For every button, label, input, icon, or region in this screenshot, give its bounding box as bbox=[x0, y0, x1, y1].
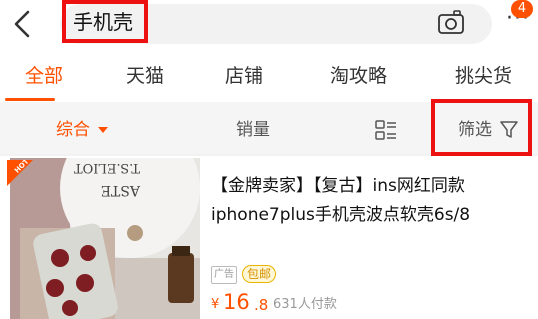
back-arrow-icon[interactable] bbox=[8, 6, 36, 42]
sort-sales[interactable]: 销量 bbox=[236, 118, 270, 142]
tab-shops[interactable]: 店铺 bbox=[225, 63, 263, 89]
tab-tmall[interactable]: 天猫 bbox=[126, 63, 164, 89]
free-shipping-tag: 包邮 bbox=[242, 265, 277, 283]
chevron-down-icon bbox=[98, 127, 108, 133]
price-currency: ¥ bbox=[211, 297, 220, 312]
tab-all[interactable]: 全部 bbox=[25, 63, 63, 89]
tab-guides[interactable]: 淘攻略 bbox=[330, 63, 387, 89]
list-view-toggle-icon[interactable] bbox=[374, 119, 398, 141]
hot-badge-icon: HOT bbox=[7, 160, 33, 186]
price-integer: 16 bbox=[223, 290, 250, 314]
ad-tag: 广告 bbox=[211, 266, 237, 284]
camera-icon[interactable] bbox=[437, 8, 465, 36]
search-highlight-box bbox=[62, 0, 148, 43]
image-text-eliot: T.S.ELIOT bbox=[74, 160, 140, 175]
product-title[interactable]: 【金牌卖家】【复古】ins网红同款iphone7plus手机壳波点软壳6s/8 bbox=[211, 172, 533, 230]
filter-highlight-box bbox=[431, 99, 532, 156]
notification-badge: 4 bbox=[511, 0, 533, 18]
tab-picks[interactable]: 挑尖货 bbox=[455, 63, 512, 89]
price-decimal: .8 bbox=[254, 296, 269, 314]
image-text-waste: ASTE bbox=[101, 182, 141, 198]
active-tab-indicator bbox=[5, 98, 55, 101]
sort-comprehensive[interactable]: 综合 bbox=[56, 118, 90, 142]
sold-count: 631人付款 bbox=[273, 297, 337, 312]
